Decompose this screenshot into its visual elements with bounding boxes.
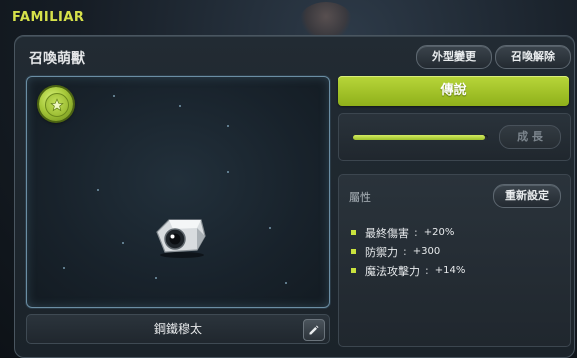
appearance-change-button[interactable]: 外型變更 xyxy=(416,45,492,69)
attribute-separator: : xyxy=(425,264,429,277)
sparkle xyxy=(97,189,99,191)
panel-title: 召喚萌獸 xyxy=(29,51,85,67)
bullet-icon xyxy=(351,230,356,235)
window-titlebar[interactable]: FAMILIAR xyxy=(0,0,577,32)
attribute-item: 防禦力 : +300 xyxy=(351,242,465,261)
attribute-list: 最終傷害 : +20% 防禦力 : +300 魔法攻擊力 : +14% xyxy=(351,223,465,280)
familiar-viewer xyxy=(26,76,330,308)
growth-progress-bar xyxy=(353,135,488,140)
attribute-name: 魔法攻擊力 xyxy=(365,264,420,278)
sparkle xyxy=(179,105,181,107)
bullet-icon xyxy=(351,268,356,273)
bullet-icon xyxy=(351,249,356,254)
attributes-title: 屬性 xyxy=(349,191,371,204)
window-title: FAMILIAR xyxy=(12,10,85,25)
growth-section: 成 長 xyxy=(338,113,571,161)
attribute-item: 魔法攻擊力 : +14% xyxy=(351,261,465,280)
sparkle xyxy=(227,171,229,173)
attribute-name: 防禦力 xyxy=(365,245,398,259)
attributes-section: 屬性 重新設定 最終傷害 : +20% 防禦力 : +300 魔法攻擊力 : +… xyxy=(338,174,571,347)
reset-attributes-button[interactable]: 重新設定 xyxy=(493,184,561,208)
sparkle xyxy=(285,282,287,284)
sparkle xyxy=(155,277,157,279)
sparkle xyxy=(269,227,271,229)
attribute-item: 最終傷害 : +20% xyxy=(351,223,465,242)
familiar-name-bar: 鋼鐵穆太 xyxy=(26,314,330,344)
dismiss-familiar-button[interactable]: 召喚解除 xyxy=(495,45,571,69)
sparkle xyxy=(227,125,229,127)
steel-familiar-creature xyxy=(156,219,206,258)
attribute-value: +20% xyxy=(423,227,455,238)
attribute-name: 最終傷害 xyxy=(365,226,409,240)
rank-label: 傳說 xyxy=(338,76,569,106)
star-badge-icon xyxy=(39,87,73,121)
sparkle xyxy=(122,242,124,244)
attribute-separator: : xyxy=(414,226,418,239)
growth-button[interactable]: 成 長 xyxy=(499,125,561,149)
sparkle xyxy=(113,95,115,97)
pencil-icon[interactable] xyxy=(303,319,325,341)
familiar-panel: 召喚萌獸 外型變更 召喚解除 鋼鐵穆太 傳說 成 長 屬性 重新設定 最終傷害 … xyxy=(14,35,575,358)
attribute-separator: : xyxy=(403,245,407,258)
familiar-name: 鋼鐵穆太 xyxy=(153,322,202,336)
growth-progress-fill xyxy=(353,135,486,140)
sparkle xyxy=(63,267,65,269)
attribute-value: +300 xyxy=(412,246,441,257)
attribute-value: +14% xyxy=(434,265,466,276)
